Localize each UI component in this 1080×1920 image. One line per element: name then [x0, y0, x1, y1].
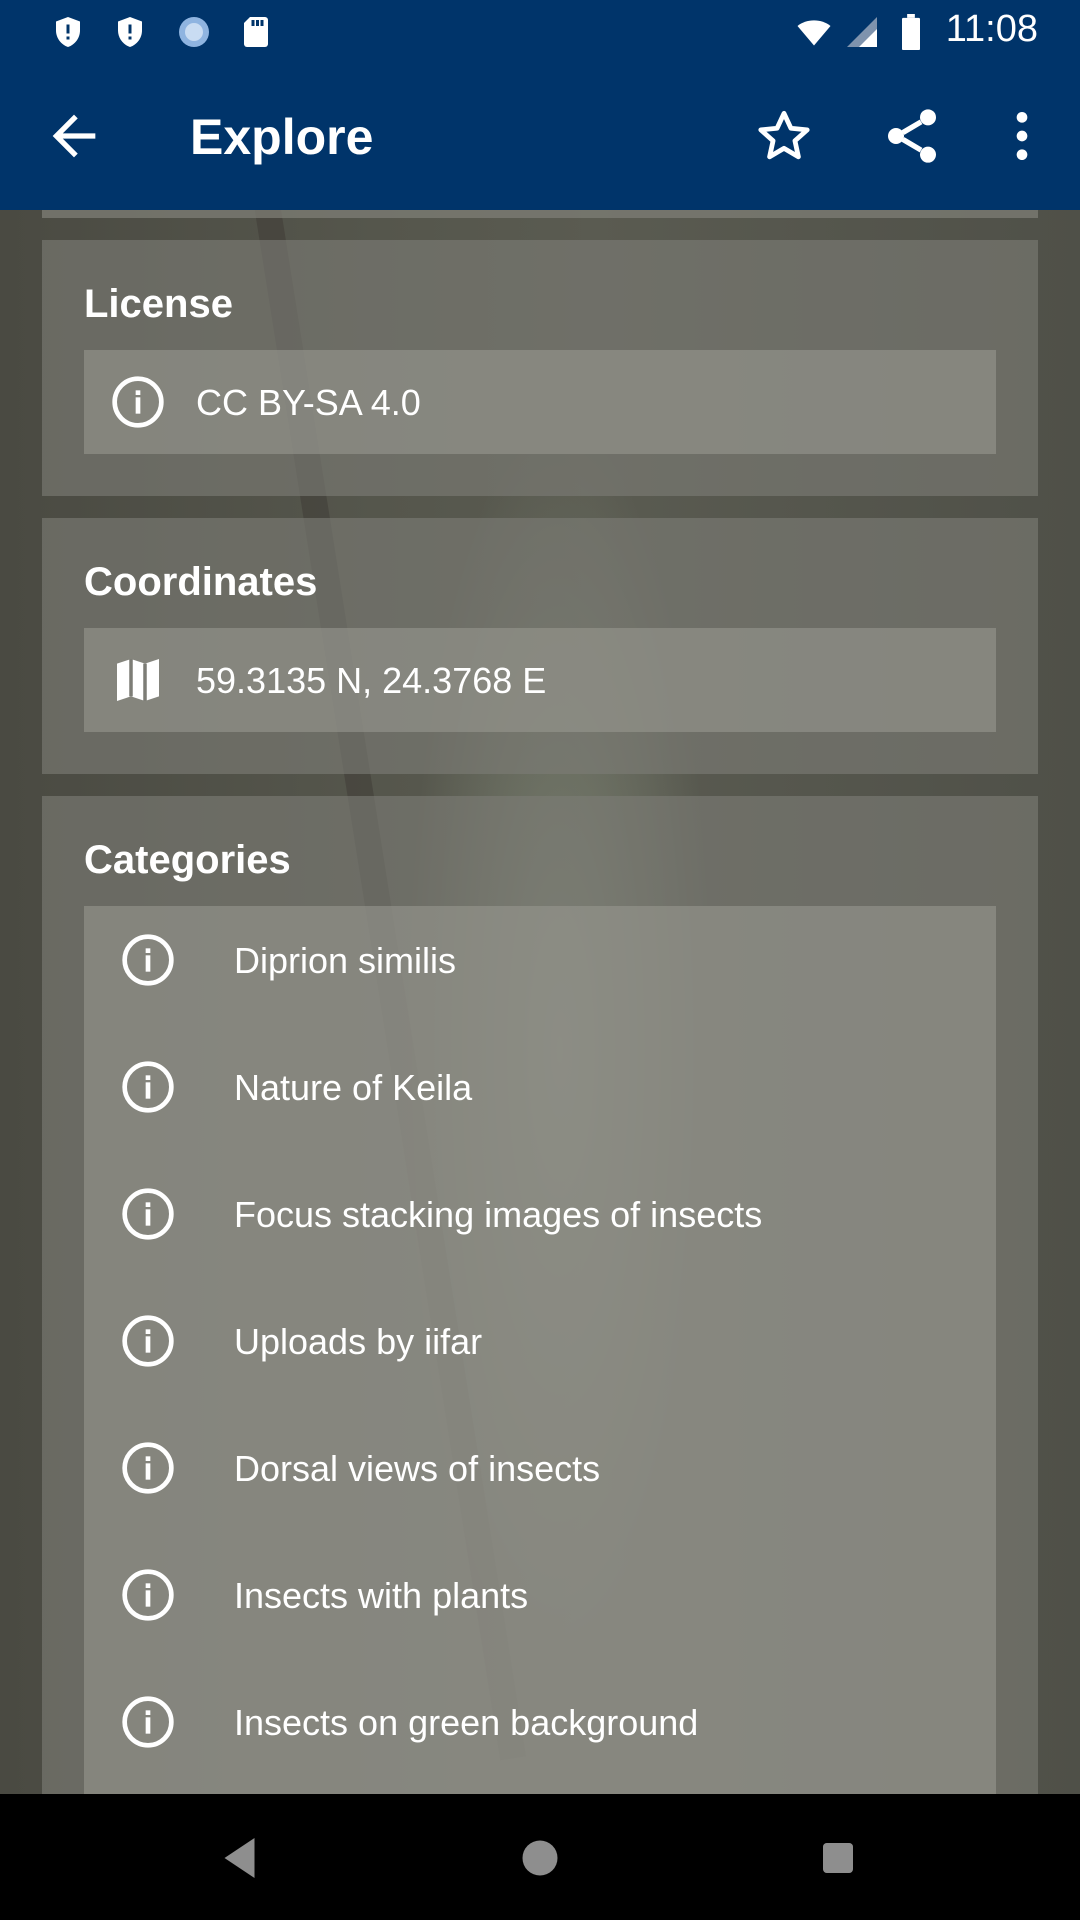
star-icon[interactable] [752, 104, 816, 168]
coordinates-row[interactable]: 59.3135 N, 24.3768 E [84, 628, 996, 732]
signal-icon [847, 17, 877, 47]
categories-heading: Categories [84, 838, 291, 882]
share-icon[interactable] [880, 104, 944, 168]
category-label: Insects with plants [234, 1575, 529, 1616]
category-item[interactable]: Focus stacking images of insects [84, 1160, 996, 1264]
page-title: Explore [190, 109, 374, 165]
category-item[interactable]: Nature of Keila [84, 1033, 996, 1137]
category-item[interactable]: Insects with plants [84, 1541, 996, 1645]
category-label: Nature of Keila [234, 1067, 473, 1108]
category-label: Insects on green background [234, 1702, 699, 1743]
category-item[interactable]: Insects on green background [84, 1668, 996, 1772]
circle-icon [179, 17, 209, 47]
info-icon [122, 1188, 174, 1240]
license-value: CC BY-SA 4.0 [196, 382, 421, 423]
arrow-back-icon[interactable] [42, 104, 106, 168]
info-icon [122, 1061, 174, 1113]
categories-list: Diprion similis Nature of Keila Focus st… [84, 906, 996, 1794]
home-nav-icon[interactable] [510, 1828, 570, 1888]
category-item[interactable]: Uploads by iifar [84, 1287, 996, 1391]
coordinates-card: Coordinates 59.3135 N, 24.3768 E [42, 518, 1038, 774]
coordinates-item[interactable]: 59.3135 N, 24.3768 E [84, 628, 996, 732]
coordinates-value: 59.3135 N, 24.3768 E [196, 660, 547, 701]
info-icon [122, 934, 174, 986]
shield-icon [118, 17, 142, 47]
license-item[interactable]: CC BY-SA 4.0 [84, 350, 996, 454]
info-icon [122, 1569, 174, 1621]
info-icon [112, 376, 164, 428]
clock: 11:08 [945, 8, 1038, 50]
category-label: Uploads by iifar [234, 1321, 483, 1362]
info-icon [122, 1315, 174, 1367]
app-bar: Explore [0, 64, 1080, 210]
category-item[interactable]: Dorsal views of insects [84, 1414, 996, 1518]
category-label: Diprion similis [234, 940, 457, 981]
info-icon [122, 1442, 174, 1494]
license-row[interactable]: CC BY-SA 4.0 [84, 350, 996, 454]
wifi-icon [797, 20, 831, 46]
license-heading: License [84, 282, 233, 326]
navigation-bar [0, 1794, 1080, 1920]
map-icon [117, 659, 159, 701]
status-bar: 11:08 [0, 0, 1080, 64]
license-card: License CC BY-SA 4.0 [42, 240, 1038, 496]
category-label: Dorsal views of insects [234, 1448, 601, 1489]
sd-card-icon [244, 17, 268, 47]
recents-nav-icon[interactable] [808, 1828, 868, 1888]
more-vert-icon[interactable] [990, 104, 1054, 168]
coordinates-heading: Coordinates [84, 560, 318, 604]
category-label: Focus stacking images of insects [234, 1194, 763, 1235]
back-nav-icon[interactable] [212, 1828, 272, 1888]
details-scroll[interactable]: License CC BY-SA 4.0 Coordinates 59.3135… [0, 210, 1080, 1794]
previous-card-edge [42, 210, 1038, 218]
info-icon [122, 1696, 174, 1748]
category-item[interactable]: Diprion similis [84, 906, 996, 1010]
shield-icon [56, 17, 80, 47]
battery-icon [902, 14, 920, 50]
categories-card: Categories Diprion similis Nature of Kei… [42, 796, 1038, 1794]
